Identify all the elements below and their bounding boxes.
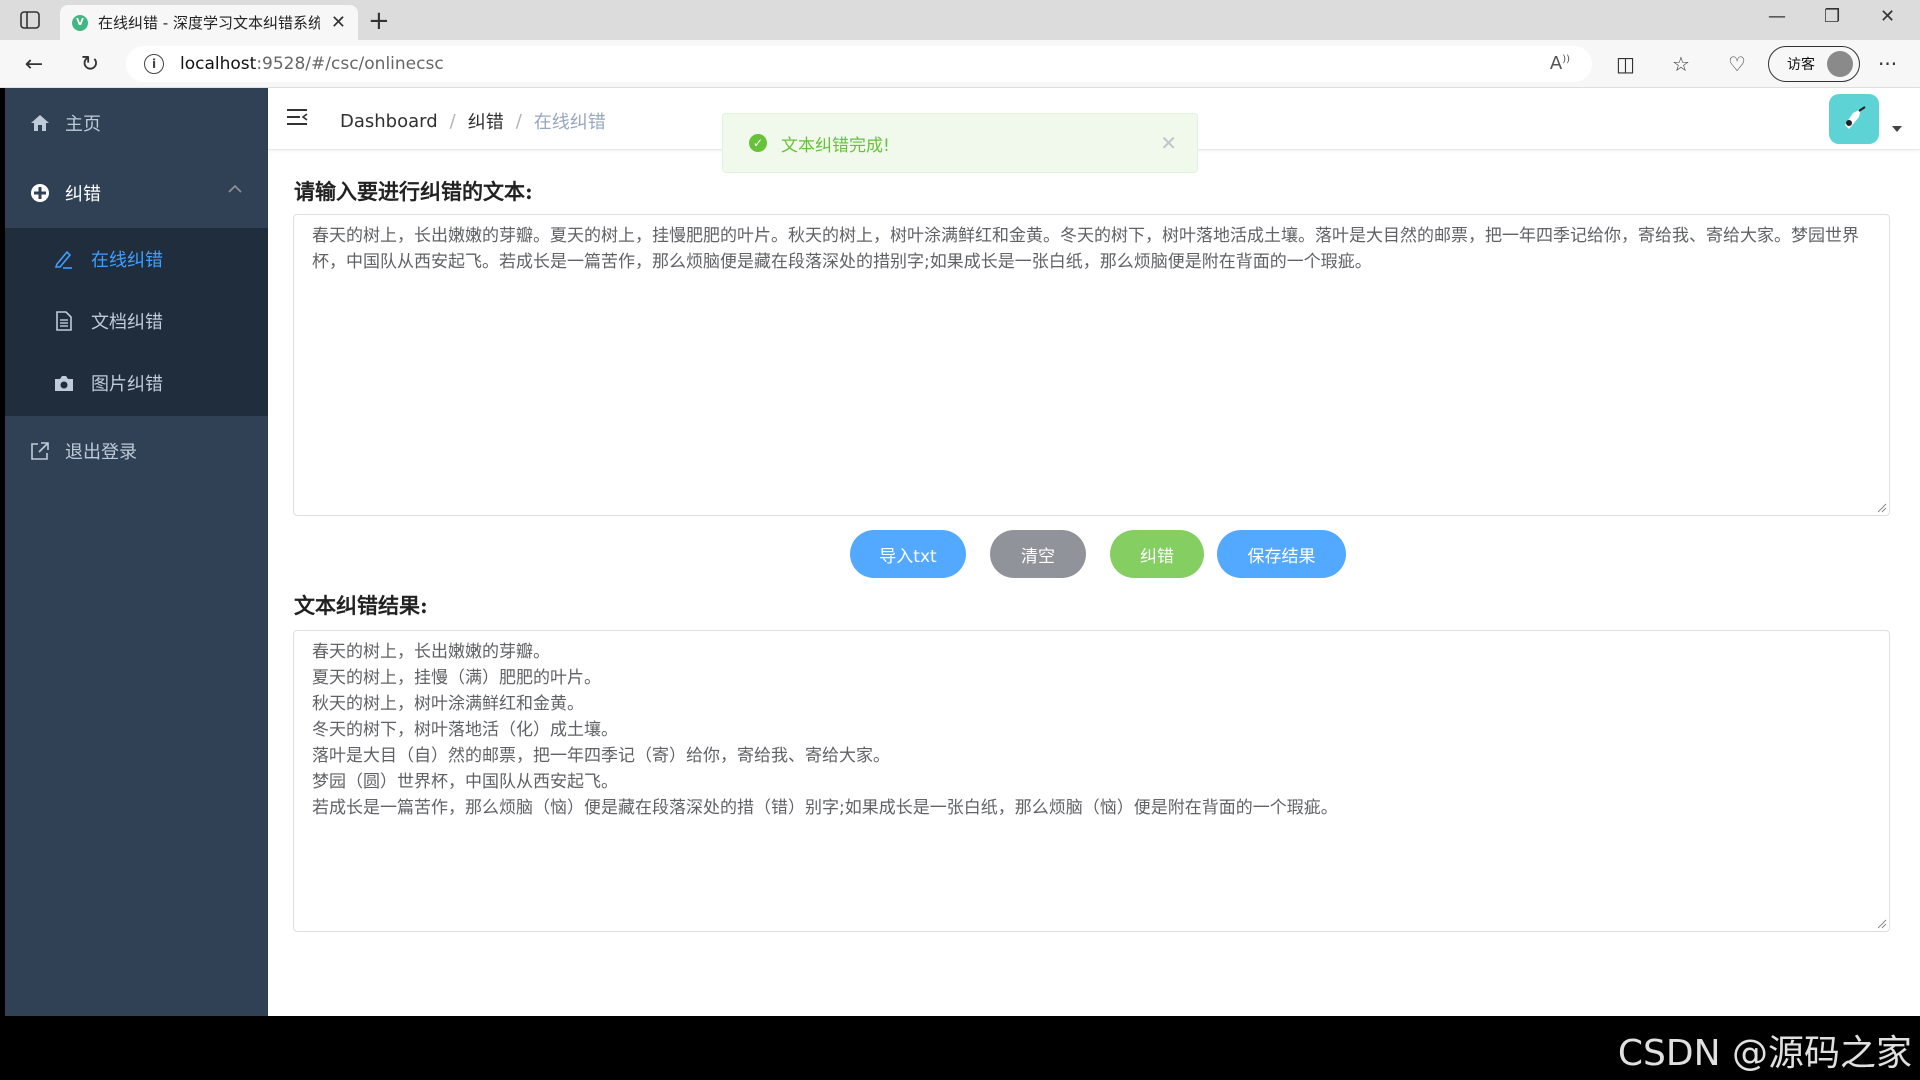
sidebar-item-label: 文档纠错 <box>91 312 163 333</box>
resize-grip-icon[interactable] <box>1877 503 1887 513</box>
read-aloud-icon[interactable]: A)) <box>1550 53 1570 74</box>
result-section-label: 文本纠错结果: <box>294 593 428 618</box>
tab-title: 在线纠错 - 深度学习文本纠错系统 <box>98 14 320 32</box>
url-text: localhost:9528/#/csc/onlinecsc <box>180 54 444 74</box>
save-result-button[interactable]: 保存结果 <box>1217 530 1346 578</box>
input-section-label: 请输入要进行纠错的文本: <box>294 179 533 204</box>
minimize-icon[interactable]: — <box>1768 6 1786 27</box>
vue-favicon-icon: V <box>72 14 88 31</box>
window-close-icon[interactable]: ✕ <box>1880 6 1895 27</box>
result-textarea[interactable]: 春天的树上，长出嫩嫩的芽瓣。 夏天的树上，挂慢（满）肥肥的叶片。 秋天的树上，树… <box>293 630 1890 932</box>
breadcrumb-current: 在线纠错 <box>533 112 606 133</box>
toast-message: 文本纠错完成! <box>781 135 890 156</box>
breadcrumb: Dashboard / 纠错 / 在线纠错 <box>340 108 606 134</box>
check-circle-icon: ✓ <box>749 134 767 152</box>
external-link-icon <box>29 440 51 462</box>
caret-down-icon[interactable] <box>1892 126 1902 132</box>
sidebar-item-label: 在线纠错 <box>91 250 163 271</box>
sidebar-item-document-correction[interactable]: 文档纠错 <box>5 290 268 352</box>
split-screen-icon[interactable]: ◫ <box>1616 52 1635 76</box>
browser-tabbar: V 在线纠错 - 深度学习文本纠错系统 ✕ + — ❐ ✕ <box>0 0 1920 40</box>
correction-submenu: 在线纠错 文档纠错 图片纠错 <box>5 228 268 416</box>
site-info-icon[interactable]: i <box>144 54 164 74</box>
sidebar-item-home[interactable]: 主页 <box>5 88 268 158</box>
resize-grip-icon[interactable] <box>1877 919 1887 929</box>
new-tab-icon[interactable]: + <box>368 6 390 36</box>
sidebar-item-label: 主页 <box>65 114 101 135</box>
document-icon <box>53 310 75 332</box>
sidebar-item-image-correction[interactable]: 图片纠错 <box>5 352 268 414</box>
pen-icon <box>53 248 75 270</box>
success-toast: ✓ 文本纠错完成! ✕ <box>722 113 1198 173</box>
back-icon[interactable]: ← <box>20 50 48 78</box>
sidebar-group-label: 纠错 <box>65 184 101 205</box>
browser-essentials-icon[interactable]: ♡ <box>1728 52 1746 76</box>
browser-tab-active[interactable]: V 在线纠错 - 深度学习文本纠错系统 ✕ <box>60 5 358 40</box>
watermark: CSDN @源码之家 <box>1617 1033 1912 1074</box>
sidebar-item-label: 退出登录 <box>65 442 137 463</box>
favorites-icon[interactable]: ☆ <box>1672 52 1690 76</box>
hamburger-icon[interactable] <box>286 108 308 130</box>
reload-icon[interactable]: ↻ <box>76 50 104 78</box>
toast-close-icon[interactable]: ✕ <box>1160 131 1177 155</box>
chevron-up-icon <box>228 184 242 193</box>
correction-group-icon <box>29 182 51 204</box>
import-txt-button[interactable]: 导入txt <box>850 530 966 578</box>
camera-icon <box>53 372 75 394</box>
sidebar-item-label: 图片纠错 <box>91 374 163 395</box>
tab-actions-icon[interactable] <box>16 9 44 31</box>
sidebar-item-online-correction[interactable]: 在线纠错 <box>5 228 268 290</box>
correct-button[interactable]: 纠错 <box>1110 530 1204 578</box>
more-menu-icon[interactable]: ··· <box>1878 52 1897 76</box>
main-content: Dashboard / 纠错 / 在线纠错 请输入要进行纠错的文本: 春天的树上… <box>268 88 1920 1016</box>
breadcrumb-dashboard[interactable]: Dashboard <box>340 111 438 132</box>
user-avatar[interactable] <box>1829 94 1879 144</box>
restore-icon[interactable]: ❐ <box>1824 6 1840 27</box>
guest-label: 访客 <box>1787 57 1815 73</box>
home-icon <box>29 112 51 134</box>
input-textarea[interactable]: 春天的树上，长出嫩嫩的芽瓣。夏天的树上，挂慢肥肥的叶片。秋天的树上，树叶涂满鲜红… <box>293 214 1890 516</box>
browser-toolbar: ← ↻ i localhost:9528/#/csc/onlinecsc A))… <box>0 40 1920 88</box>
tab-close-icon[interactable]: ✕ <box>331 12 346 33</box>
clear-button[interactable]: 清空 <box>990 530 1086 578</box>
address-bar[interactable]: i localhost:9528/#/csc/onlinecsc A)) <box>126 46 1592 82</box>
sidebar-group-correction[interactable]: 纠错 <box>5 158 268 228</box>
profile-avatar-icon <box>1827 51 1853 77</box>
breadcrumb-correction[interactable]: 纠错 <box>468 108 504 134</box>
sidebar-item-logout[interactable]: 退出登录 <box>5 416 268 486</box>
guest-profile-button[interactable]: 访客 <box>1768 46 1860 82</box>
sidebar: 主页 纠错 在线纠错 文档纠错 图片纠错 退出登录 <box>5 88 268 1016</box>
